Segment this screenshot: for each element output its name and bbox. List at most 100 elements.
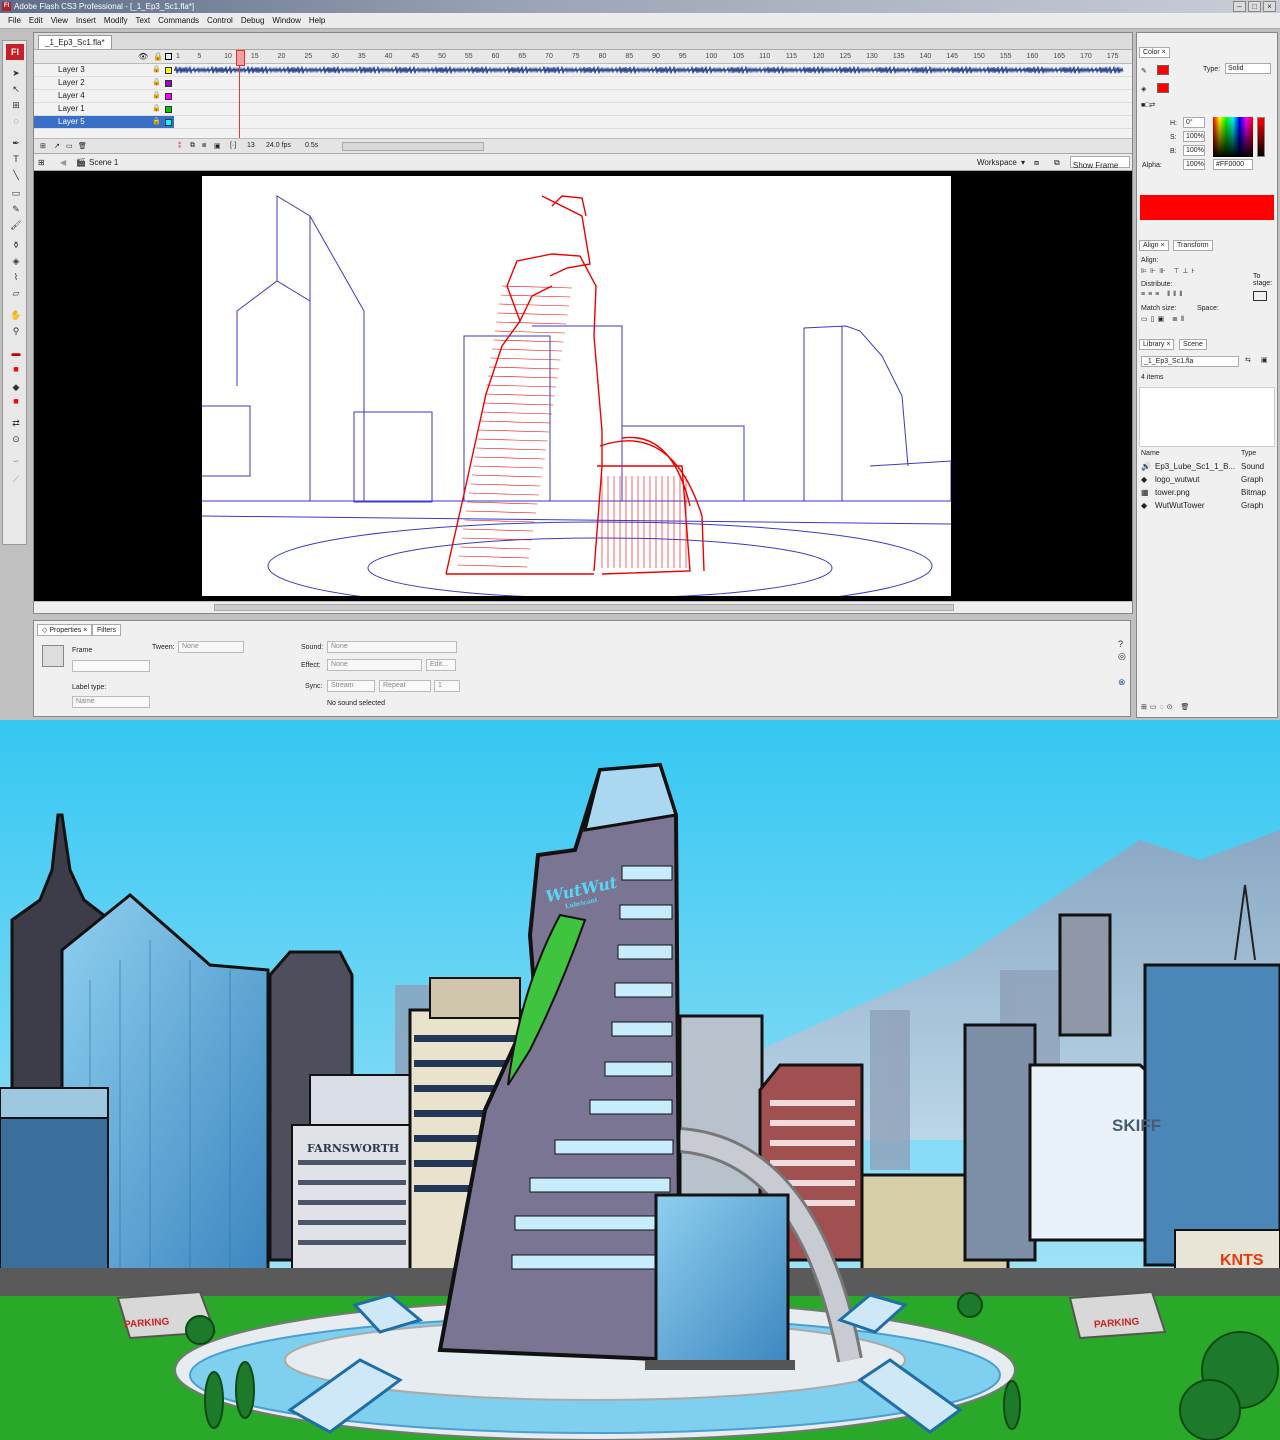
frame-label-input[interactable]	[72, 660, 150, 672]
straighten-icon[interactable]: ⟋	[9, 473, 23, 485]
repeat-count-input[interactable]: 1	[434, 680, 460, 692]
menu-control[interactable]: Control	[203, 13, 237, 28]
delete-layer-icon[interactable]: 🗑	[78, 142, 87, 150]
hand-tool-icon[interactable]: ✋	[9, 309, 23, 321]
frame-number[interactable]: 130	[866, 53, 878, 60]
default-colors-icon[interactable]: ■□⇄	[1141, 101, 1155, 109]
s-input[interactable]: 100%	[1183, 131, 1205, 142]
frame-number[interactable]: 60	[492, 53, 500, 60]
frame-number[interactable]: 140	[920, 53, 932, 60]
menu-file[interactable]: File	[4, 13, 25, 28]
lasso-icon[interactable]: ◌	[9, 115, 23, 127]
tab-align[interactable]: Align ×	[1139, 240, 1169, 251]
type-select[interactable]: Solid	[1225, 63, 1271, 74]
hex-input[interactable]: #FF0000	[1213, 159, 1253, 170]
rectangle-tool-icon[interactable]: ▭	[9, 187, 23, 199]
repeat-select[interactable]: Repeat	[379, 680, 431, 692]
minimize-icon[interactable]: –	[1233, 1, 1246, 12]
frame-number[interactable]: 105	[732, 53, 744, 60]
frame-number[interactable]: 135	[893, 53, 905, 60]
smooth-icon[interactable]: ∽	[9, 455, 23, 467]
stroke-pencil-icon[interactable]: ✎	[1141, 67, 1147, 75]
frame-number[interactable]: 20	[278, 53, 286, 60]
swap-colors-icon[interactable]: ⇄	[9, 417, 23, 429]
to-stage-toggle[interactable]	[1253, 291, 1267, 301]
match-size-buttons-icon[interactable]: ▭▯▣ ≣⦀	[1141, 315, 1187, 324]
tab-library[interactable]: Library ×	[1139, 339, 1175, 350]
fill-color-icon[interactable]: ◆	[9, 381, 23, 393]
frame-number[interactable]: 145	[946, 53, 958, 60]
layer-lock-icon[interactable]: 🔒	[152, 65, 161, 73]
document-tab[interactable]: _1_Ep3_Sc1.fla*	[38, 35, 112, 49]
menu-debug[interactable]: Debug	[237, 13, 269, 28]
snap-icon[interactable]: ⊙	[9, 433, 23, 445]
fill-bucket-icon[interactable]: ◈	[1141, 85, 1146, 93]
frame-number[interactable]: 75	[572, 53, 580, 60]
layer-color-icon[interactable]	[165, 106, 172, 113]
timeline-toggle-icon[interactable]: ⊞	[38, 158, 45, 167]
accessibility-icon[interactable]: ◎	[1118, 651, 1126, 662]
frame-number[interactable]: 45	[411, 53, 419, 60]
add-folder-icon[interactable]: ▭	[66, 142, 73, 150]
frame-number[interactable]: 100	[706, 53, 718, 60]
layer-row[interactable]: Layer 5 🔒	[34, 116, 1132, 129]
stage-horizontal-scrollbar[interactable]	[34, 601, 1132, 613]
layer-row[interactable]: Layer 4 🔒	[34, 90, 1132, 103]
frame-number[interactable]: 155	[1000, 53, 1012, 60]
tab-scene[interactable]: Scene	[1179, 339, 1207, 350]
menu-text[interactable]: Text	[131, 13, 154, 28]
frame-number[interactable]: 35	[358, 53, 366, 60]
library-col-name[interactable]: Name	[1141, 450, 1160, 457]
align-buttons-icon[interactable]: ⊫⊩⊪ ⊤⊥⊦	[1141, 267, 1198, 275]
b-input[interactable]: 100%	[1183, 145, 1205, 156]
modify-markers-icon[interactable]: [·]	[230, 142, 236, 149]
lock-icon[interactable]: 🔒	[153, 52, 163, 61]
menu-commands[interactable]: Commands	[154, 13, 203, 28]
workspace-menu[interactable]: Workspace	[977, 158, 1017, 167]
frame-number[interactable]: 165	[1053, 53, 1065, 60]
paint-bucket-icon[interactable]: ◈	[9, 255, 23, 267]
stroke-color-chip[interactable]	[1157, 65, 1169, 75]
zoom-tool-icon[interactable]: ⚲	[9, 325, 23, 337]
menu-edit[interactable]: Edit	[25, 13, 47, 28]
frame-number[interactable]: 120	[813, 53, 825, 60]
frame-number[interactable]: 110	[759, 53, 770, 60]
layer-lock-icon[interactable]: 🔒	[152, 104, 161, 112]
frame-number[interactable]: 5	[197, 53, 201, 60]
free-transform-icon[interactable]: ⊞	[9, 99, 23, 111]
frame-number[interactable]: 115	[786, 53, 797, 60]
frame-number[interactable]: 50	[438, 53, 446, 60]
stage-area[interactable]	[34, 171, 1132, 611]
color-spectrum[interactable]	[1213, 117, 1253, 157]
edit-multiple-icon[interactable]: ▣	[214, 142, 221, 150]
eye-icon[interactable]: 👁	[138, 52, 148, 61]
library-item[interactable]: ◆ WutWutTower Graph	[1141, 501, 1276, 514]
add-guide-icon[interactable]: ↗	[54, 142, 60, 150]
scene-name[interactable]: Scene 1	[89, 158, 118, 167]
frame-number[interactable]: 125	[839, 53, 851, 60]
pencil-tool-icon[interactable]: ✎	[9, 203, 23, 215]
fill-color-chip[interactable]	[1157, 83, 1169, 93]
layer-color-icon[interactable]	[165, 119, 172, 126]
effect-select[interactable]: None	[327, 659, 422, 671]
center-frame-icon[interactable]: ⁑	[178, 142, 182, 150]
h-input[interactable]: 0°	[1183, 117, 1205, 128]
frame-number[interactable]: 25	[304, 53, 312, 60]
ink-bottle-icon[interactable]: ⚱	[9, 239, 23, 251]
onion-outline-icon[interactable]: ⧈	[202, 142, 206, 150]
edit-scene-icon[interactable]: ⧉	[1054, 158, 1060, 168]
library-item[interactable]: 🔊 Ep3_Lube_Sc1_1_B... Sound	[1141, 462, 1276, 475]
line-tool-icon[interactable]: ╲	[9, 169, 23, 181]
stroke-swatch[interactable]: ■	[9, 363, 23, 375]
frame-number[interactable]: 80	[599, 53, 607, 60]
layer-lock-icon[interactable]: 🔒	[152, 117, 161, 125]
workspace-dropdown-icon[interactable]: ▾	[1021, 158, 1025, 167]
label-type-select[interactable]: Name	[72, 696, 150, 708]
library-footer-icons[interactable]: ⊞▭◌⊙ 🗑	[1141, 703, 1192, 711]
library-item[interactable]: ▦ tower.png Bitmap	[1141, 488, 1276, 501]
tab-color[interactable]: Color ×	[1139, 47, 1170, 58]
layer-lock-icon[interactable]: 🔒	[152, 91, 161, 99]
close-icon[interactable]: ×	[1263, 1, 1276, 12]
menu-window[interactable]: Window	[268, 13, 304, 28]
frame-number[interactable]: 150	[973, 53, 985, 60]
